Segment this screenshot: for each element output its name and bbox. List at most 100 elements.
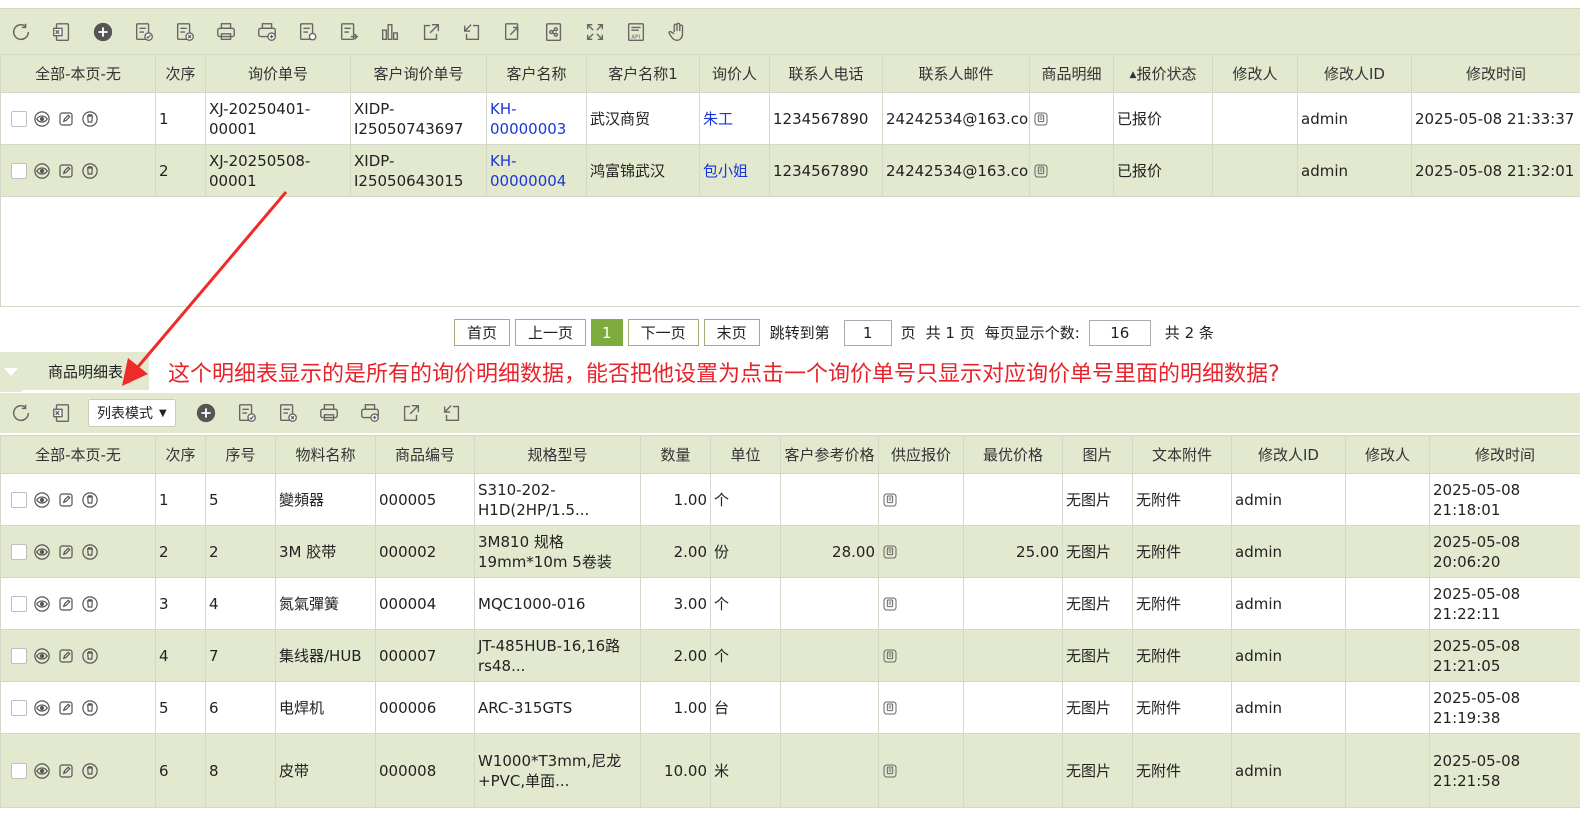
view-icon[interactable] bbox=[33, 698, 51, 718]
view-icon[interactable] bbox=[33, 594, 51, 614]
refresh-icon[interactable] bbox=[0, 393, 41, 433]
edit-icon[interactable] bbox=[57, 646, 75, 666]
detail-doc-icon[interactable] bbox=[1033, 162, 1049, 180]
cancel-approve-icon[interactable] bbox=[268, 393, 309, 433]
supplier-quote-cell[interactable] bbox=[879, 630, 964, 682]
detail-doc-icon[interactable] bbox=[882, 543, 898, 561]
edit-icon[interactable] bbox=[57, 490, 75, 510]
modifier-id-header[interactable]: 修改人ID bbox=[1232, 436, 1346, 474]
product-detail-cell[interactable] bbox=[1030, 145, 1114, 197]
next-page-button[interactable]: 下一页 bbox=[628, 319, 699, 346]
select-scope-header[interactable]: 全部-本页-无 bbox=[1, 55, 156, 93]
export-excel-icon[interactable] bbox=[41, 393, 82, 433]
select-scope-header[interactable]: 全部-本页-无 bbox=[1, 436, 156, 474]
per-page-input[interactable]: 16 bbox=[1089, 320, 1151, 346]
detail-doc-icon[interactable] bbox=[882, 647, 898, 665]
view-icon[interactable] bbox=[33, 761, 51, 781]
detail-doc-icon[interactable] bbox=[882, 491, 898, 509]
tab-product-detail[interactable]: 商品明细表 bbox=[22, 352, 149, 392]
supplier-quote-cell[interactable] bbox=[879, 578, 964, 630]
modifier-header[interactable]: 修改人 bbox=[1213, 55, 1298, 93]
inquirer-link[interactable]: 包小姐 bbox=[700, 145, 770, 197]
delete-icon[interactable] bbox=[81, 161, 99, 181]
cust-inquiry-no-header[interactable]: 客户询价单号 bbox=[351, 55, 487, 93]
row-checkbox[interactable] bbox=[11, 648, 27, 664]
share-icon[interactable] bbox=[391, 393, 432, 433]
row-checkbox[interactable] bbox=[11, 492, 27, 508]
cust-name-link[interactable]: KH-00000003 bbox=[487, 93, 587, 145]
view-icon[interactable] bbox=[33, 161, 51, 181]
print-preview-icon[interactable] bbox=[350, 393, 391, 433]
row-checkbox[interactable] bbox=[11, 596, 27, 612]
product-code-header[interactable]: 商品编号 bbox=[376, 436, 475, 474]
inquiry-no-cell[interactable]: XJ-20250401-00001 bbox=[206, 93, 351, 145]
edit-icon[interactable] bbox=[57, 109, 75, 129]
supplier-quote-cell[interactable] bbox=[879, 474, 964, 526]
qty-header[interactable]: 数量 bbox=[641, 436, 711, 474]
import-icon[interactable] bbox=[451, 12, 492, 52]
view-icon[interactable] bbox=[33, 646, 51, 666]
delete-icon[interactable] bbox=[81, 646, 99, 666]
jump-page-input[interactable]: 1 bbox=[844, 320, 892, 346]
row-checkbox[interactable] bbox=[11, 163, 27, 179]
delete-icon[interactable] bbox=[81, 698, 99, 718]
prev-page-button[interactable]: 上一页 bbox=[515, 319, 586, 346]
export-excel-icon[interactable] bbox=[41, 12, 82, 52]
refresh-icon[interactable] bbox=[0, 12, 41, 52]
table-row[interactable]: 47集线器/HUB000007JT-485HUB-16,16路rs48...2.… bbox=[1, 630, 1580, 682]
supplier-quote-cell[interactable] bbox=[879, 526, 964, 578]
phone-header[interactable]: 联系人电话 bbox=[770, 55, 883, 93]
seq-header[interactable]: 次序 bbox=[156, 436, 206, 474]
first-page-button[interactable]: 首页 bbox=[454, 319, 510, 346]
product-detail-header[interactable]: 商品明细 bbox=[1030, 55, 1114, 93]
cancel-approve-icon[interactable] bbox=[164, 12, 205, 52]
modified-time-header[interactable]: 修改时间 bbox=[1430, 436, 1580, 474]
seq-header[interactable]: 次序 bbox=[156, 55, 206, 93]
export-icon[interactable] bbox=[328, 12, 369, 52]
delete-icon[interactable] bbox=[81, 761, 99, 781]
table-row[interactable]: 34氮氣彈簧000004MQC1000-0163.00个无图片无附件admin2… bbox=[1, 578, 1580, 630]
print-settings-icon[interactable] bbox=[287, 12, 328, 52]
table-row[interactable]: 1XJ-20250401-00001XIDP-I25050743697KH-00… bbox=[1, 93, 1580, 145]
product-detail-cell[interactable] bbox=[1030, 93, 1114, 145]
inquirer-header[interactable]: 询价人 bbox=[700, 55, 770, 93]
material-name-header[interactable]: 物料名称 bbox=[276, 436, 376, 474]
chart-icon[interactable] bbox=[369, 12, 410, 52]
inquiry-no-header[interactable]: 询价单号 bbox=[206, 55, 351, 93]
share-link-icon[interactable] bbox=[533, 12, 574, 52]
add-icon[interactable] bbox=[82, 12, 123, 52]
view-icon[interactable] bbox=[33, 490, 51, 510]
row-checkbox[interactable] bbox=[11, 544, 27, 560]
table-row[interactable]: 2XJ-20250508-00001XIDP-I25050643015KH-00… bbox=[1, 145, 1580, 197]
unit-header[interactable]: 单位 bbox=[711, 436, 781, 474]
inquirer-link[interactable]: 朱工 bbox=[700, 93, 770, 145]
modifier-id-header[interactable]: 修改人ID bbox=[1298, 55, 1412, 93]
import-icon[interactable] bbox=[432, 393, 473, 433]
current-page-button[interactable]: 1 bbox=[591, 319, 623, 346]
approve-icon[interactable] bbox=[227, 393, 268, 433]
attachment-header[interactable]: 文本附件 bbox=[1133, 436, 1232, 474]
hand-icon[interactable] bbox=[656, 12, 697, 52]
table-row[interactable]: 15變頻器000005S310-202-H1D(2HP/1.5...1.00个无… bbox=[1, 474, 1580, 526]
edit-icon[interactable] bbox=[57, 161, 75, 181]
spec-header[interactable]: 规格型号 bbox=[475, 436, 641, 474]
print-icon[interactable] bbox=[205, 12, 246, 52]
last-page-button[interactable]: 末页 bbox=[704, 319, 760, 346]
table-row[interactable]: 223M 胶带0000023M810 规格19mm*10m 5卷装2.00份28… bbox=[1, 526, 1580, 578]
view-mode-select[interactable]: 列表模式▼ bbox=[88, 399, 176, 427]
email-header[interactable]: 联系人邮件 bbox=[883, 55, 1030, 93]
delete-icon[interactable] bbox=[81, 490, 99, 510]
detail-doc-icon[interactable] bbox=[1033, 110, 1049, 128]
quote-status-header[interactable]: ▲报价状态 bbox=[1114, 55, 1213, 93]
delete-icon[interactable] bbox=[81, 542, 99, 562]
view-icon[interactable] bbox=[33, 109, 51, 129]
supplier-quote-cell[interactable] bbox=[879, 682, 964, 734]
cust-name-link[interactable]: KH-00000004 bbox=[487, 145, 587, 197]
inquiry-no-cell[interactable]: XJ-20250508-00001 bbox=[206, 145, 351, 197]
cust-name-header[interactable]: 客户名称 bbox=[487, 55, 587, 93]
edit-icon[interactable] bbox=[57, 698, 75, 718]
row-checkbox[interactable] bbox=[11, 763, 27, 779]
modifier-header[interactable]: 修改人 bbox=[1346, 436, 1430, 474]
edit-icon[interactable] bbox=[57, 761, 75, 781]
delete-icon[interactable] bbox=[81, 594, 99, 614]
